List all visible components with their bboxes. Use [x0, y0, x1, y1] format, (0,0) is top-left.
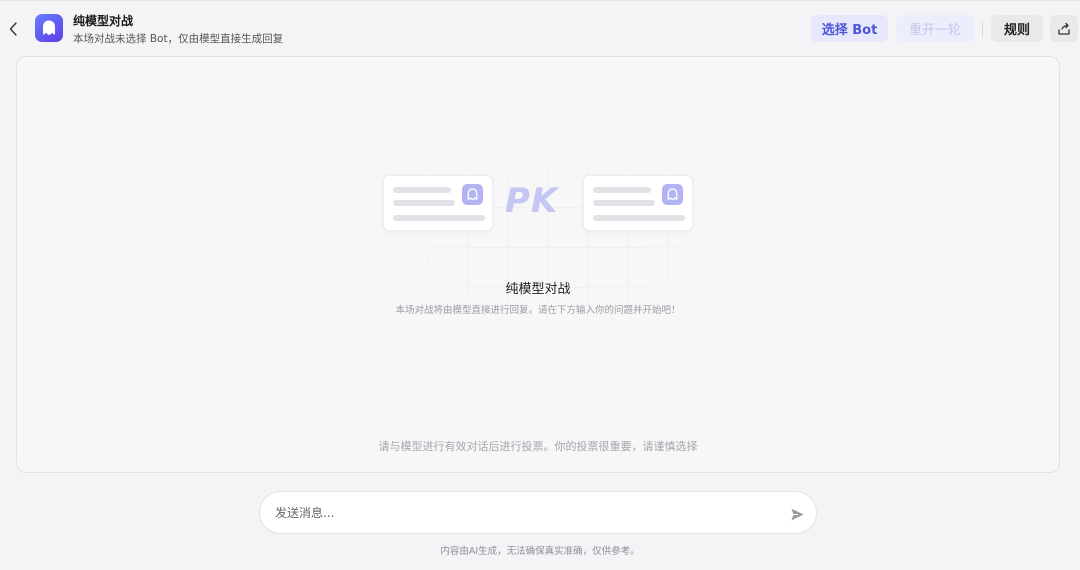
- empty-state-description: 本场对战将由模型直接进行回复。请在下方输入你的问题并开始吧！: [395, 305, 681, 316]
- empty-state-title: 纯模型对战: [505, 282, 571, 297]
- page-subtitle: 本场对战未选择 Bot，仅由模型直接生成回复: [73, 33, 284, 45]
- share-button[interactable]: [1050, 15, 1078, 42]
- ghost-avatar-icon: [43, 20, 55, 35]
- page-title: 纯模型对战: [73, 14, 134, 28]
- rules-button[interactable]: 规则: [991, 15, 1043, 42]
- message-composer: [259, 491, 817, 534]
- share-icon: [1058, 22, 1070, 35]
- restart-round-button[interactable]: 重开一轮: [896, 15, 974, 42]
- bot-avatar-icon: [462, 184, 483, 205]
- model-a-card: [383, 175, 493, 231]
- select-bot-button[interactable]: 选择 Bot: [811, 15, 888, 42]
- vote-hint: 请与模型进行有效对话后进行投票。你的投票很重要，请谨慎选择: [378, 440, 698, 453]
- pk-label: PK: [505, 181, 559, 221]
- header: 纯模型对战 本场对战未选择 Bot，仅由模型直接生成回复 选择 Bot 重开一轮…: [0, 6, 1080, 52]
- send-button[interactable]: [787, 504, 807, 524]
- chevron-left-icon: [9, 22, 17, 36]
- bot-avatar-icon: [662, 184, 683, 205]
- app-icon: [35, 14, 63, 42]
- ai-disclaimer: 内容由AI生成，无法确保真实准确，仅供参考。: [440, 546, 640, 557]
- message-input[interactable]: [275, 503, 775, 523]
- send-icon: [790, 508, 804, 520]
- grid-background: [347, 127, 767, 357]
- model-b-card: [583, 175, 693, 231]
- back-button[interactable]: [4, 16, 22, 42]
- top-divider: [0, 0, 1080, 1]
- chat-panel: PK 纯模型对战 本场对战将由模型直接进行回复。请在下方输入你的问题并开始吧！ …: [16, 56, 1060, 473]
- header-divider: [982, 21, 983, 37]
